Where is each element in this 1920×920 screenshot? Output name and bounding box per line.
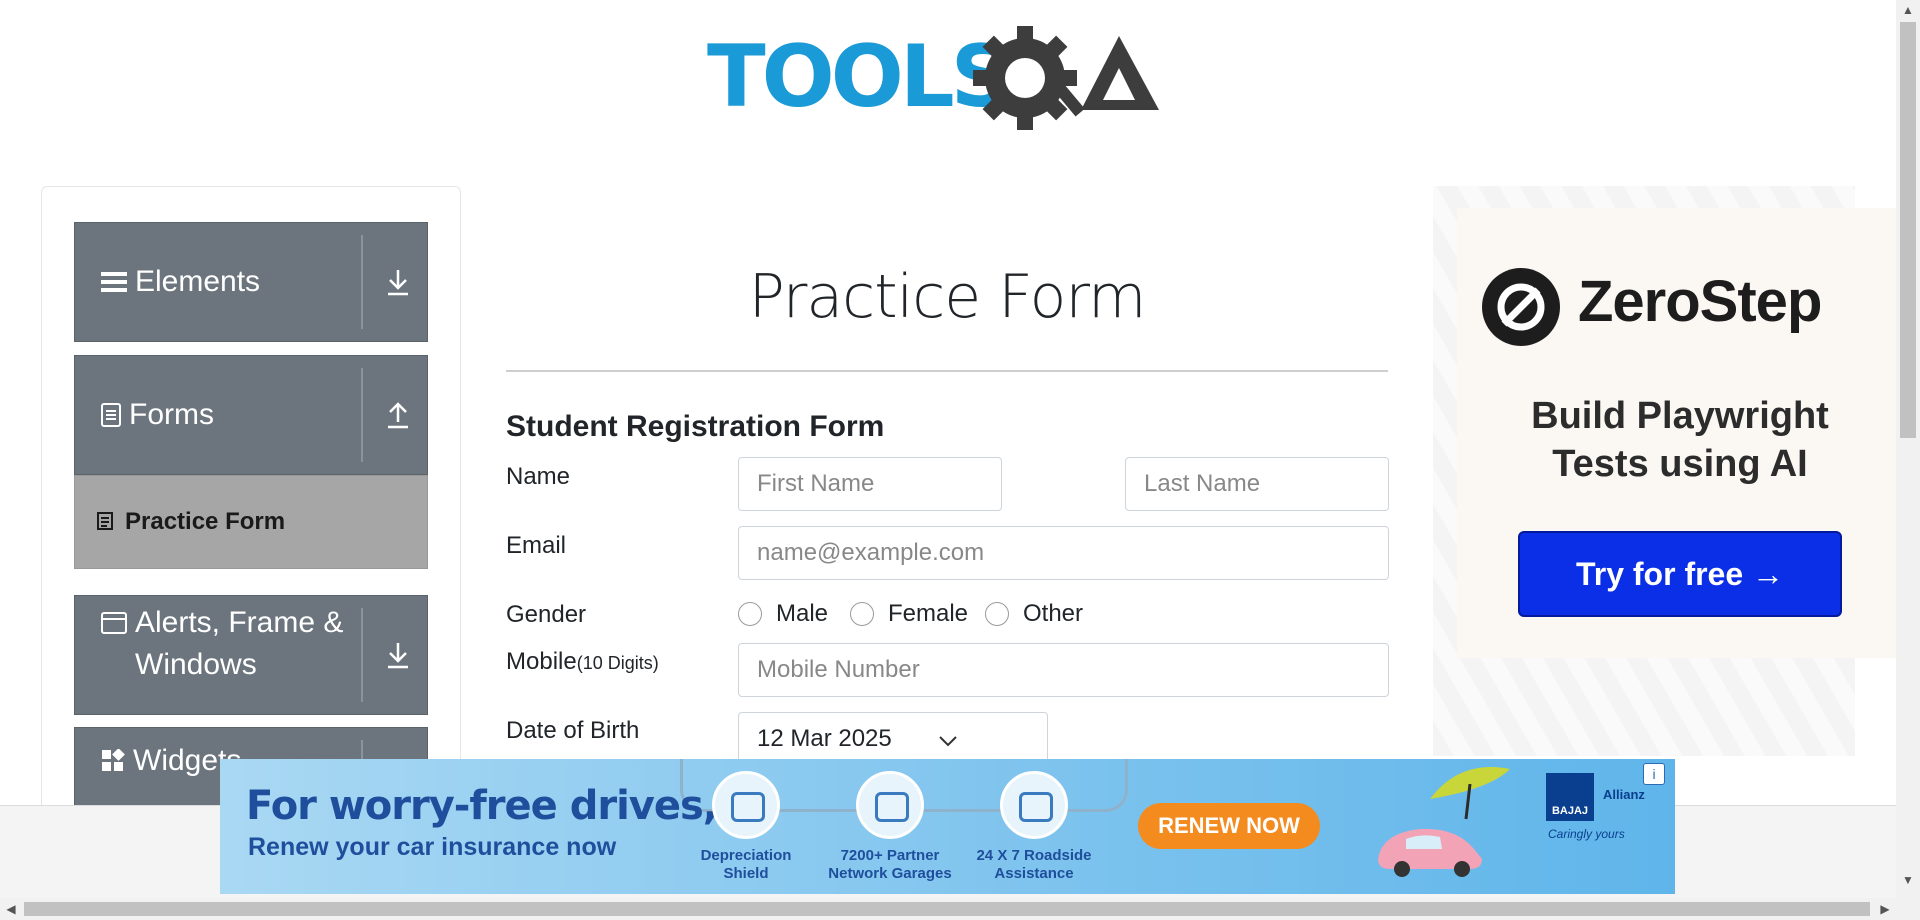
radio-label: Male xyxy=(776,600,829,627)
radio-circle[interactable] xyxy=(850,602,874,626)
banner-subheadline: Renew your car insurance now xyxy=(248,833,617,861)
dob-label: Date of Birth xyxy=(506,717,640,744)
scroll-left-arrow-icon[interactable]: ◀ xyxy=(0,898,22,920)
sidebar-group-label-line1: Alerts, Frame & xyxy=(135,606,344,639)
logo-graphic: TOOLS xyxy=(707,26,1159,130)
vertical-scroll-thumb[interactable] xyxy=(1900,22,1916,438)
tagline-line2: Tests using AI xyxy=(1552,443,1808,485)
zerostep-logo-icon xyxy=(1482,268,1560,346)
gender-label: Gender xyxy=(506,601,587,628)
scroll-right-arrow-icon[interactable]: ▶ xyxy=(1874,898,1896,920)
first-name-input[interactable]: First Name xyxy=(738,457,1002,511)
feature-line1: Depreciation xyxy=(700,847,792,864)
mobile-label-hint: (10 Digits) xyxy=(576,653,659,673)
feature-line1: 7200+ Partner xyxy=(840,847,940,864)
page-title: Practice Form xyxy=(748,262,1147,332)
sidebar-group-forms[interactable]: Forms xyxy=(74,355,428,475)
form-subtitle: Student Registration Form xyxy=(506,410,885,443)
gender-radio-female[interactable]: Female xyxy=(850,600,968,628)
scroll-up-arrow-icon[interactable]: ▲ xyxy=(1896,0,1920,20)
label-line: Alerts, Frame & xyxy=(101,602,343,644)
title-divider xyxy=(506,370,1388,372)
feature-partner-garages: 7200+ Partner Network Garages xyxy=(820,771,960,883)
sidebar-group-elements[interactable]: Elements xyxy=(74,222,428,342)
email-label: Email xyxy=(506,532,567,559)
allianz-logo: Allianz xyxy=(1603,787,1645,802)
horizontal-scroll-thumb[interactable] xyxy=(24,902,1870,916)
sidebar-group-label: Elements xyxy=(135,265,261,298)
form-item-icon xyxy=(97,512,113,530)
svg-text:TOOLS: TOOLS xyxy=(707,27,1009,127)
renew-now-button[interactable]: RENEW NOW xyxy=(1138,803,1320,849)
date-of-birth-input[interactable]: 12 Mar 2025 xyxy=(738,712,1048,766)
bajaj-logo: BAJAJ xyxy=(1546,773,1594,821)
divider xyxy=(361,235,363,329)
download-arrow-icon[interactable] xyxy=(385,267,411,297)
bajaj-slogan: Caringly yours xyxy=(1548,827,1625,841)
garage-map-icon xyxy=(856,771,924,839)
feature-line2: Assistance xyxy=(994,865,1074,882)
try-for-free-button[interactable]: Try for free → xyxy=(1518,531,1842,617)
sidebar-item-practice-form[interactable]: Practice Form xyxy=(74,475,428,569)
zerostep-brand: ZeroStep xyxy=(1578,269,1822,334)
date-value: 12 Mar 2025 xyxy=(757,725,892,752)
feature-line1: 24 X 7 Roadside xyxy=(976,847,1092,864)
email-input[interactable]: name@example.com xyxy=(738,526,1389,580)
feature-line2: Network Garages xyxy=(828,865,952,882)
radio-label: Other xyxy=(1023,600,1084,627)
mobile-input[interactable]: Mobile Number xyxy=(738,643,1389,697)
gender-radio-male[interactable]: Male xyxy=(738,600,828,628)
insurance-ad-banner[interactable]: For worry-free drives, Renew your car in… xyxy=(220,759,1675,894)
pink-car-icon xyxy=(1378,828,1482,877)
page-viewport: TOOLS Elements Forms Practice Form Alert… xyxy=(0,0,1896,805)
tagline-line1: Build Playwright xyxy=(1531,395,1829,437)
divider xyxy=(361,368,363,462)
last-name-input[interactable]: Last Name xyxy=(1125,457,1389,511)
group-label-wrap: Alerts, Frame & Windows xyxy=(101,602,343,686)
group-label-wrap: Elements xyxy=(101,223,260,341)
mobile-label: Mobile(10 Digits) xyxy=(506,648,659,676)
download-arrow-icon[interactable] xyxy=(385,640,411,670)
horizontal-scrollbar[interactable]: ◀ ▶ xyxy=(0,898,1920,920)
shield-car-icon xyxy=(712,771,780,839)
window-icon xyxy=(101,612,127,634)
divider xyxy=(361,608,363,702)
scroll-down-arrow-icon[interactable]: ▼ xyxy=(1896,870,1920,890)
ad-info-icon[interactable]: i xyxy=(1643,763,1665,785)
zerostep-tagline: Build Playwright Tests using AI xyxy=(1460,392,1896,488)
feature-roadside-assistance: 24 X 7 Roadside Assistance xyxy=(964,771,1104,883)
upload-arrow-icon[interactable] xyxy=(385,400,411,430)
chevron-down-icon xyxy=(939,736,957,747)
feature-depreciation-shield: Depreciation Shield xyxy=(676,771,816,883)
vertical-scrollbar[interactable]: ▲ ▼ xyxy=(1896,0,1920,898)
widgets-icon xyxy=(102,749,125,771)
document-icon xyxy=(101,403,121,427)
sidebar-group-label-line2: Windows xyxy=(135,648,257,681)
gender-radio-other[interactable]: Other xyxy=(985,600,1083,628)
radio-circle[interactable] xyxy=(985,602,1009,626)
sidebar-group-alerts-frame-windows[interactable]: Alerts, Frame & Windows xyxy=(74,595,428,715)
tow-truck-icon xyxy=(1000,771,1068,839)
banner-headline: For worry-free drives, xyxy=(246,783,718,829)
group-label-wrap: Forms xyxy=(101,356,214,474)
feature-line2: Shield xyxy=(723,865,769,882)
sidebar-item-label: Practice Form xyxy=(125,508,286,535)
hamburger-icon xyxy=(101,272,127,292)
radio-label: Female xyxy=(888,600,969,627)
sidebar: Elements Forms Practice Form Alerts, Fra… xyxy=(41,186,461,805)
name-label: Name xyxy=(506,463,571,490)
mobile-label-text: Mobile xyxy=(506,648,577,675)
sidebar-group-label: Forms xyxy=(129,398,214,431)
radio-circle[interactable] xyxy=(738,602,762,626)
toolsqa-logo[interactable]: TOOLS xyxy=(707,22,1193,134)
